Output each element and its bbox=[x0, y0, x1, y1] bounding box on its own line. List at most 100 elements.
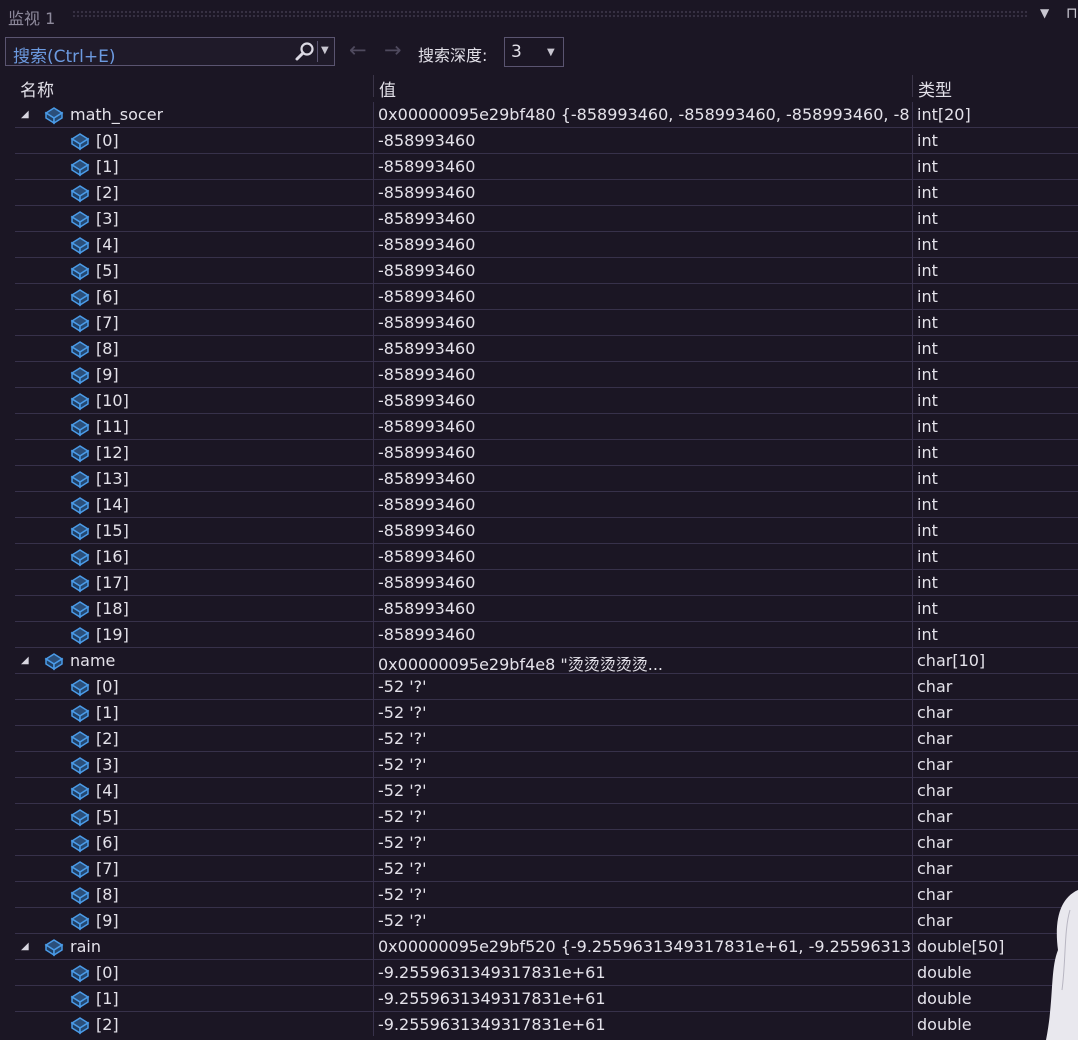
watch-row-variable[interactable]: ◢ rain 0x00000095e29bf520 {-9.255963134931… bbox=[15, 934, 1078, 960]
watch-row-element[interactable]: [7] -858993460 int bbox=[15, 310, 1078, 336]
watch-value[interactable]: -52 '?' bbox=[378, 833, 910, 852]
watch-name[interactable]: [1] bbox=[96, 157, 119, 176]
watch-row-element[interactable]: [0] -858993460 int bbox=[15, 128, 1078, 154]
watch-value[interactable]: -858993460 bbox=[378, 261, 910, 280]
column-header-value[interactable]: 值 bbox=[379, 76, 396, 101]
watch-name[interactable]: [2] bbox=[96, 729, 119, 748]
expand-collapse-icon[interactable]: ◢ bbox=[21, 109, 29, 120]
watch-row-element[interactable]: [5] -858993460 int bbox=[15, 258, 1078, 284]
watch-row-element[interactable]: [3] -858993460 int bbox=[15, 206, 1078, 232]
watch-name[interactable]: [4] bbox=[96, 235, 119, 254]
watch-value[interactable]: -52 '?' bbox=[378, 703, 910, 722]
watch-name[interactable]: [5] bbox=[96, 261, 119, 280]
watch-row-element[interactable]: [6] -858993460 int bbox=[15, 284, 1078, 310]
watch-value[interactable]: -9.2559631349317831e+61 bbox=[378, 963, 910, 982]
watch-name[interactable]: [8] bbox=[96, 885, 119, 904]
watch-row-element[interactable]: [2] -52 '?' char bbox=[15, 726, 1078, 752]
watch-value[interactable]: -858993460 bbox=[378, 391, 910, 410]
watch-name[interactable]: [0] bbox=[96, 963, 119, 982]
watch-value[interactable]: -52 '?' bbox=[378, 859, 910, 878]
watch-row-element[interactable]: [10] -858993460 int bbox=[15, 388, 1078, 414]
watch-name[interactable]: name bbox=[70, 651, 115, 670]
watch-row-element[interactable]: [8] -52 '?' char bbox=[15, 882, 1078, 908]
watch-name[interactable]: [5] bbox=[96, 807, 119, 826]
watch-name[interactable]: [11] bbox=[96, 417, 129, 436]
watch-row-element[interactable]: [0] -52 '?' char bbox=[15, 674, 1078, 700]
watch-name[interactable]: [16] bbox=[96, 547, 129, 566]
search-icon[interactable] bbox=[294, 41, 316, 67]
watch-name[interactable]: [0] bbox=[96, 677, 119, 696]
watch-row-element[interactable]: [5] -52 '?' char bbox=[15, 804, 1078, 830]
watch-name[interactable]: [13] bbox=[96, 469, 129, 488]
watch-row-variable[interactable]: ◢ math_socer 0x00000095e29bf480 {-85899346… bbox=[15, 102, 1078, 128]
watch-row-element[interactable]: [13] -858993460 int bbox=[15, 466, 1078, 492]
watch-row-element[interactable]: [19] -858993460 int bbox=[15, 622, 1078, 648]
watch-value[interactable]: -52 '?' bbox=[378, 677, 910, 696]
watch-name[interactable]: [17] bbox=[96, 573, 129, 592]
column-header-type[interactable]: 类型 bbox=[918, 76, 952, 101]
watch-name[interactable]: [6] bbox=[96, 833, 119, 852]
watch-name[interactable]: [2] bbox=[96, 183, 119, 202]
watch-name[interactable]: [15] bbox=[96, 521, 129, 540]
watch-value[interactable]: 0x00000095e29bf520 {-9.2559631349317831e… bbox=[378, 937, 910, 956]
watch-name[interactable]: [7] bbox=[96, 859, 119, 878]
search-depth-select[interactable]: 3 ▼ bbox=[504, 37, 564, 67]
watch-row-element[interactable]: [0] -9.2559631349317831e+61 double bbox=[15, 960, 1078, 986]
watch-name[interactable]: [10] bbox=[96, 391, 129, 410]
watch-row-element[interactable]: [2] -858993460 int bbox=[15, 180, 1078, 206]
watch-value[interactable]: -9.2559631349317831e+61 bbox=[378, 1015, 910, 1034]
dropdown-arrow-icon[interactable]: ▼ bbox=[1040, 6, 1049, 20]
watch-value[interactable]: -858993460 bbox=[378, 625, 910, 644]
watch-row-element[interactable]: [3] -52 '?' char bbox=[15, 752, 1078, 778]
watch-value[interactable]: -858993460 bbox=[378, 287, 910, 306]
expand-collapse-icon[interactable]: ◢ bbox=[21, 655, 29, 666]
watch-row-element[interactable]: [9] -858993460 int bbox=[15, 362, 1078, 388]
watch-value[interactable]: -52 '?' bbox=[378, 911, 910, 930]
watch-value[interactable]: -858993460 bbox=[378, 469, 910, 488]
search-input[interactable]: 搜索(Ctrl+E) bbox=[13, 42, 116, 67]
watch-name[interactable]: [3] bbox=[96, 755, 119, 774]
watch-row-element[interactable]: [1] -9.2559631349317831e+61 double bbox=[15, 986, 1078, 1012]
column-separator[interactable] bbox=[373, 75, 374, 97]
watch-row-element[interactable]: [1] -52 '?' char bbox=[15, 700, 1078, 726]
watch-name[interactable]: [14] bbox=[96, 495, 129, 514]
watch-value[interactable]: -858993460 bbox=[378, 365, 910, 384]
watch-row-element[interactable]: [8] -858993460 int bbox=[15, 336, 1078, 362]
watch-value[interactable]: -858993460 bbox=[378, 131, 910, 150]
watch-row-variable[interactable]: ◢ name 0x00000095e29bf4e8 "烫烫烫烫烫... char[10… bbox=[15, 648, 1078, 674]
back-arrow-icon[interactable]: ← bbox=[349, 38, 367, 62]
watch-name[interactable]: [9] bbox=[96, 911, 119, 930]
watch-name[interactable]: [0] bbox=[96, 131, 119, 150]
column-header-name[interactable]: 名称 bbox=[20, 76, 54, 101]
watch-row-element[interactable]: [6] -52 '?' char bbox=[15, 830, 1078, 856]
watch-row-element[interactable]: [9] -52 '?' char bbox=[15, 908, 1078, 934]
watch-value[interactable]: -858993460 bbox=[378, 235, 910, 254]
watch-value[interactable]: -858993460 bbox=[378, 339, 910, 358]
watch-name[interactable]: [2] bbox=[96, 1015, 119, 1034]
watch-name[interactable]: [1] bbox=[96, 989, 119, 1008]
watch-value[interactable]: -858993460 bbox=[378, 495, 910, 514]
watch-row-element[interactable]: [12] -858993460 int bbox=[15, 440, 1078, 466]
watch-value[interactable]: -858993460 bbox=[378, 183, 910, 202]
pin-icon[interactable]: ⊓ bbox=[1066, 4, 1078, 22]
chevron-down-icon[interactable]: ▼ bbox=[547, 47, 555, 58]
watch-name[interactable]: [18] bbox=[96, 599, 129, 618]
watch-value[interactable]: -52 '?' bbox=[378, 807, 910, 826]
search-box[interactable]: 搜索(Ctrl+E) ▼ bbox=[5, 37, 335, 67]
watch-value[interactable]: -52 '?' bbox=[378, 729, 910, 748]
watch-value[interactable]: -9.2559631349317831e+61 bbox=[378, 989, 910, 1008]
watch-value[interactable]: -52 '?' bbox=[378, 781, 910, 800]
watch-name[interactable]: math_socer bbox=[70, 105, 163, 124]
forward-arrow-icon[interactable]: → bbox=[384, 38, 402, 62]
watch-value[interactable]: -52 '?' bbox=[378, 885, 910, 904]
watch-row-element[interactable]: [17] -858993460 int bbox=[15, 570, 1078, 596]
search-options-dropdown-icon[interactable]: ▼ bbox=[321, 45, 329, 56]
watch-value[interactable]: -858993460 bbox=[378, 209, 910, 228]
watch-row-element[interactable]: [16] -858993460 int bbox=[15, 544, 1078, 570]
watch-value[interactable]: -858993460 bbox=[378, 313, 910, 332]
watch-row-element[interactable]: [1] -858993460 int bbox=[15, 154, 1078, 180]
watch-name[interactable]: [12] bbox=[96, 443, 129, 462]
watch-row-element[interactable]: [7] -52 '?' char bbox=[15, 856, 1078, 882]
watch-name[interactable]: [3] bbox=[96, 209, 119, 228]
watch-value[interactable]: -858993460 bbox=[378, 443, 910, 462]
